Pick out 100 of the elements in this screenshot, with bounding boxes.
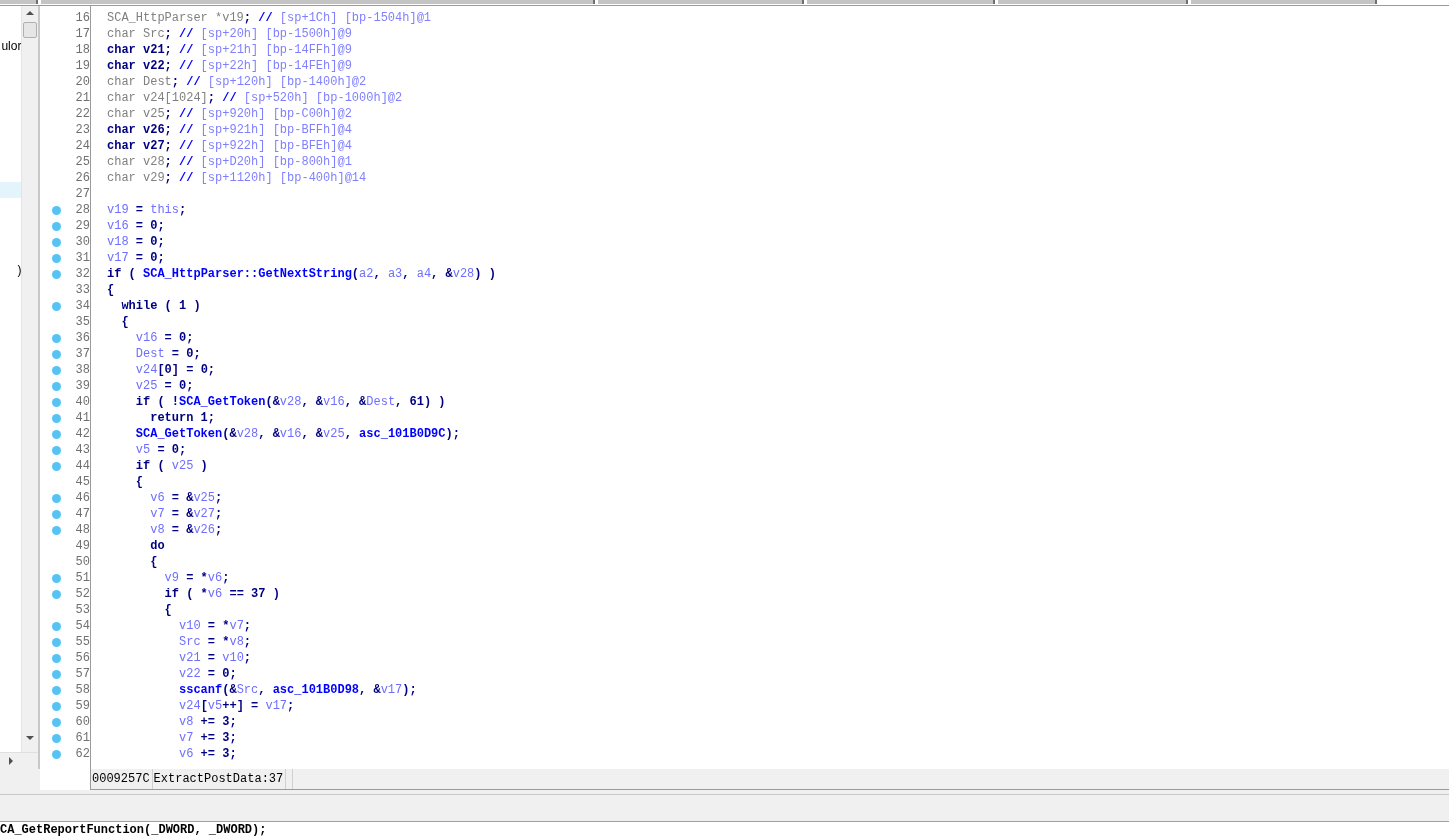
- scroll-right-icon[interactable]: [8, 757, 14, 765]
- breakpoint-icon[interactable]: [51, 653, 61, 663]
- line-number: 20: [74, 74, 90, 90]
- breakpoint-icon[interactable]: [51, 509, 61, 519]
- line-number: 56: [74, 650, 90, 666]
- code-line: char v29; // [sp+1120h] [bp-400h]@14: [107, 170, 368, 186]
- line-number: 51: [74, 570, 90, 586]
- code-line: Dest = 0;: [134, 346, 202, 362]
- breakpoint-icon[interactable]: [51, 333, 61, 343]
- breakpoint-icon[interactable]: [51, 349, 61, 359]
- code-line: v21 = v10;: [178, 650, 253, 666]
- code-line: {: [107, 282, 116, 298]
- code-line: char v26; // [sp+921h] [bp-BFFh]@4: [107, 122, 353, 138]
- line-number: 47: [74, 506, 90, 522]
- line-number: 59: [74, 698, 90, 714]
- line-number: 42: [74, 426, 90, 442]
- line-number: 35: [74, 314, 90, 330]
- breakpoint-icon[interactable]: [51, 669, 61, 679]
- line-number: 61: [74, 730, 90, 746]
- code-line: {: [134, 474, 144, 490]
- code-line: {: [120, 314, 130, 330]
- code-line: if ( SCA_HttpParser::GetNextString(a2, a3, a4, &v28) ): [107, 266, 497, 282]
- line-number: 17: [74, 26, 90, 42]
- code-line: char v27; // [sp+922h] [bp-BFEh]@4: [107, 138, 353, 154]
- breakpoint-icon[interactable]: [51, 717, 61, 727]
- breakpoint-icon[interactable]: [51, 397, 61, 407]
- scrollbar-thumb[interactable]: [23, 22, 38, 38]
- breakpoint-icon[interactable]: [51, 493, 61, 503]
- breakpoint-icon[interactable]: [51, 525, 61, 535]
- code-line: {: [149, 554, 159, 570]
- line-number: 16: [74, 10, 90, 26]
- code-line: char v25; // [sp+920h] [bp-C00h]@2: [107, 106, 353, 122]
- code-line: v19 = this;: [107, 202, 188, 218]
- column-header[interactable]: [0, 0, 38, 4]
- breakpoint-icon[interactable]: [51, 749, 61, 759]
- scroll-up-icon[interactable]: [26, 10, 35, 16]
- code-line: v24[v5++] = v17;: [178, 698, 296, 714]
- code-line: SCA_GetToken(&v28, &v16, &v25, asc_101B0D9C);: [134, 426, 461, 442]
- code-line: v6 = &v25;: [149, 490, 224, 506]
- line-number: 27: [74, 186, 90, 202]
- code-line: return 1;: [149, 410, 217, 426]
- code-line: v17 = 0;: [107, 250, 166, 266]
- line-number: 19: [74, 58, 90, 74]
- code-line: v9 = *v6;: [163, 570, 231, 586]
- line-number: 18: [74, 42, 90, 58]
- line-number: 55: [74, 634, 90, 650]
- code-line: do: [149, 538, 166, 554]
- line-number: 60: [74, 714, 90, 730]
- line-number: 28: [74, 202, 90, 218]
- breakpoint-icon[interactable]: [51, 253, 61, 263]
- code-line: if ( *v6 == 37 ): [163, 586, 281, 602]
- breakpoint-icon[interactable]: [51, 573, 61, 583]
- scroll-down-icon[interactable]: [26, 735, 35, 741]
- line-number: 50: [74, 554, 90, 570]
- breakpoint-icon[interactable]: [51, 413, 61, 423]
- code-line: sscanf(&Src, asc_101B0D98, &v17);: [178, 682, 418, 698]
- breakpoint-icon[interactable]: [51, 365, 61, 375]
- code-line: v5 = 0;: [134, 442, 188, 458]
- line-number: 62: [74, 746, 90, 762]
- breakpoint-icon[interactable]: [51, 269, 61, 279]
- code-line: char v21; // [sp+21h] [bp-14FFh]@9: [107, 42, 353, 58]
- line-number: 39: [74, 378, 90, 394]
- status-address: 0009257C: [91, 769, 153, 789]
- breakpoint-icon[interactable]: [51, 637, 61, 647]
- code-line: v25 = 0;: [134, 378, 195, 394]
- code-line: if ( !SCA_GetToken(&v28, &v16, &Dest, 61) ): [134, 394, 447, 410]
- line-number: 26: [74, 170, 90, 186]
- breakpoint-icon[interactable]: [51, 461, 61, 471]
- code-line: char Dest; // [sp+120h] [bp-1400h]@2: [107, 74, 368, 90]
- breakpoint-icon[interactable]: [51, 589, 61, 599]
- breakpoint-icon[interactable]: [51, 221, 61, 231]
- line-number: 45: [74, 474, 90, 490]
- breakpoint-icon[interactable]: [51, 381, 61, 391]
- splitter-bar[interactable]: [0, 794, 1449, 822]
- line-number: 54: [74, 618, 90, 634]
- line-number: 25: [74, 154, 90, 170]
- breakpoint-icon[interactable]: [51, 445, 61, 455]
- sidebar-item[interactable]: [0, 182, 22, 198]
- breakpoint-icon[interactable]: [51, 701, 61, 711]
- line-number: 40: [74, 394, 90, 410]
- breakpoint-icon[interactable]: [51, 685, 61, 695]
- code-line: SCA_HttpParser *v19; // [sp+1Ch] [bp-1504h]@1: [107, 10, 433, 26]
- breakpoint-icon[interactable]: [51, 621, 61, 631]
- line-number: 34: [74, 298, 90, 314]
- line-number: 37: [74, 346, 90, 362]
- line-number: 41: [74, 410, 90, 426]
- breakpoint-icon[interactable]: [51, 429, 61, 439]
- line-number: 22: [74, 106, 90, 122]
- line-number: 33: [74, 282, 90, 298]
- line-number: 52: [74, 586, 90, 602]
- line-number: 32: [74, 266, 90, 282]
- breakpoint-icon[interactable]: [51, 237, 61, 247]
- breakpoint-icon[interactable]: [51, 301, 61, 311]
- code-line: v7 += 3;: [178, 730, 238, 746]
- line-number: 36: [74, 330, 90, 346]
- breakpoint-icon[interactable]: [51, 205, 61, 215]
- line-number: 29: [74, 218, 90, 234]
- breakpoint-icon[interactable]: [51, 733, 61, 743]
- code-line: char v24[1024]; // [sp+520h] [bp-1000h]@2: [107, 90, 404, 106]
- line-number: 24: [74, 138, 90, 154]
